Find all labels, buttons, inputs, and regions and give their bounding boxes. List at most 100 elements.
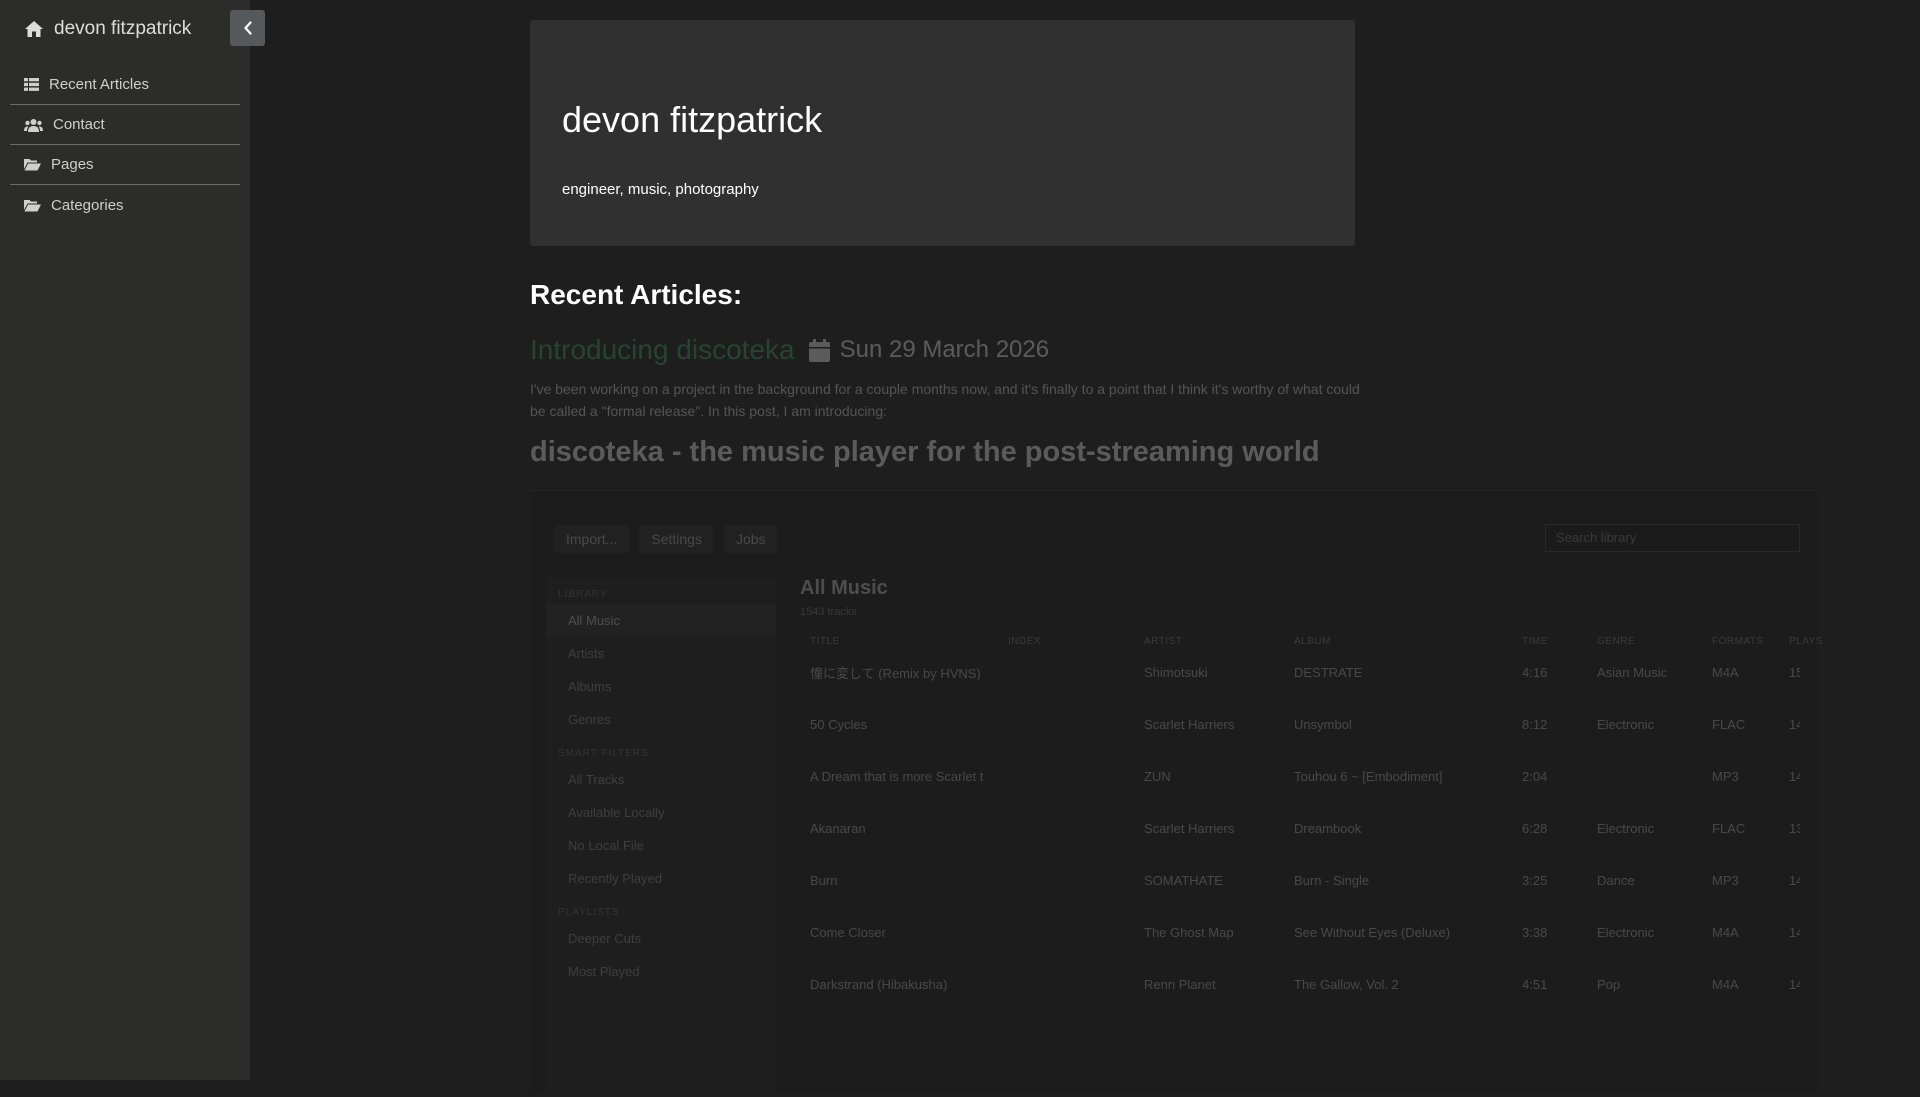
article-subheading: discoteka - the music player for the pos… [530,436,1320,468]
table-cell: ZUN [1144,769,1171,784]
column-header: ALBUM [1294,636,1331,647]
app-library-item: Albums [568,679,612,694]
calendar-icon [808,338,830,362]
sidebar-item-label: Pages [51,156,94,173]
table-cell: 13 [1789,821,1800,836]
table-row: 50 Cycles Scarlet Harriers Unsymbol 8:12 Ele… [800,699,1800,751]
table-cell: 15 [1789,665,1800,680]
sidebar-item-label: Recent Articles [49,76,150,93]
table-cell: Asian Music [1597,665,1668,680]
brand-link[interactable]: devon fitzpatrick [24,16,191,42]
article-header: Introducing discoteka Sun 29 March 2026 [530,334,1049,366]
column-header: TIME [1522,636,1548,647]
table-row: A Dream that is more Scarlet t ZUN Touhou … [800,751,1800,803]
hero-banner: devon fitzpatrick engineer, music, photo… [530,20,1355,246]
hero-tagline: engineer, music, photography [562,181,759,198]
table-cell: M4A [1712,925,1739,940]
table-cell: FLAC [1712,717,1746,732]
app-library-item: Artists [568,646,605,661]
table-row: 憧に変して (Remix by HVNS) Shimotsuki DESTRATE 4… [800,647,1800,699]
table-cell: 14 [1789,717,1800,732]
app-smart-item: No Local File [568,838,644,853]
table-cell: Dreambook [1294,821,1362,836]
sidebar-item-categories[interactable]: Categories [10,185,240,225]
app-track-list: 憧に変して (Remix by HVNS) Shimotsuki DESTRATE 4… [800,647,1800,1011]
column-header: INDEX [1008,636,1042,647]
table-cell: Akanaran [810,821,866,836]
table-row: Burn SOMATHATE Burn - Single 3:25 Dance MP3 14 [800,855,1800,907]
table-cell: The Ghost Map [1144,925,1234,940]
article-preview: Introducing discoteka Sun 29 March 2026 … [530,330,1920,1097]
table-cell: Dance [1597,873,1635,888]
main-content: devon fitzpatrick engineer, music, photo… [530,0,1920,1097]
app-library-item: Genres [568,712,611,727]
table-cell: The Gallow, Vol. 2 [1294,977,1399,992]
app-sidebar: LIBRARY All Music Artists Albums Genres … [546,577,776,1097]
column-header: GENRE [1597,636,1636,647]
sidebar-item-pages[interactable]: Pages [10,145,240,185]
table-cell: 2:04 [1522,769,1548,784]
table-cell: Touhou 6 ~ [Embodiment] [1294,769,1443,784]
table-cell: Electronic [1597,821,1655,836]
app-library-item: All Music [546,604,776,637]
table-cell: 4:16 [1522,665,1548,680]
table-cell: 50 Cycles [810,717,868,732]
hero-title: devon fitzpatrick [562,99,823,140]
table-cell: Darkstrand (Hibakusha) [810,977,948,992]
article-date-text: Sun 29 March 2026 [839,336,1050,363]
article-title-link[interactable]: Introducing discoteka [530,334,795,366]
users-icon [24,118,43,132]
table-cell: 6:28 [1522,821,1548,836]
app-search-input: Search library [1545,524,1800,552]
app-playlist-item: Deeper Cuts [568,931,641,946]
table-cell: 14 [1789,977,1800,992]
table-cell: M4A [1712,977,1739,992]
brand-name: devon fitzpatrick [54,18,192,39]
table-cell: Unsymbol [1294,717,1352,732]
table-cell: 14 [1789,925,1800,940]
sidebar-collapse-button[interactable] [230,10,265,46]
table-cell: 3:38 [1522,925,1548,940]
table-cell: Electronic [1597,717,1655,732]
app-track-header: TITLE INDEX ARTIST ALBUM TIME GENRE FORM… [800,636,1823,647]
column-header: FORMATS [1712,636,1764,647]
sidebar-nav: Recent Articles Contact Pages Categories [10,65,240,225]
app-track-count: 1543 tracks [800,606,857,618]
table-cell: Burn [810,873,838,888]
table-cell: Shimotsuki [1144,665,1208,680]
table-cell: FLAC [1712,821,1746,836]
table-cell: A Dream that is more Scarlet t [810,769,984,784]
column-header: TITLE [810,636,840,647]
app-track-pane: All Music 1543 tracks TITLE INDEX ARTIST… [800,577,1823,1011]
table-cell: 憧に変して (Remix by HVNS) [810,666,981,681]
table-cell: 14 [1789,873,1800,888]
app-library-label: LIBRARY [558,589,608,600]
recent-articles-heading: Recent Articles: [530,279,743,310]
table-cell: MP3 [1712,873,1739,888]
table-row: Darkstrand (Hibakusha) Renn Planet The Gal… [800,959,1800,1011]
app-main-title: All Music [800,577,888,599]
column-header: PLAYS [1789,636,1823,647]
table-cell: Scarlet Harriers [1144,717,1235,732]
article-date: Sun 29 March 2026 [808,336,1050,364]
article-excerpt: I've been working on a project in the ba… [530,381,1360,419]
app-smart-item: All Tracks [568,772,625,787]
sidebar: devon fitzpatrick Recent Articles Contac… [0,0,250,1080]
sidebar-item-recent-articles[interactable]: Recent Articles [10,65,240,105]
table-cell: Scarlet Harriers [1144,821,1235,836]
table-row: Come Closer The Ghost Map See Without Eyes… [800,907,1800,959]
app-playlists-label: PLAYLISTS [558,907,620,918]
sidebar-item-contact[interactable]: Contact [10,105,240,145]
table-cell: SOMATHATE [1144,873,1223,888]
table-cell: 8:12 [1522,717,1548,732]
table-cell: Electronic [1597,925,1655,940]
app-toolbar: Import... Settings Jobs [554,525,778,553]
app-smart-item: Recently Played [568,871,662,886]
app-jobs-button: Jobs [723,525,778,553]
folder-open-icon [24,199,41,211]
app-screenshot: Import... Settings Jobs Search library L… [530,490,1823,1097]
sidebar-item-label: Categories [51,196,124,214]
chevron-left-icon [243,21,252,35]
sidebar-item-label: Contact [53,116,105,133]
app-import-button: Import... [554,525,630,553]
